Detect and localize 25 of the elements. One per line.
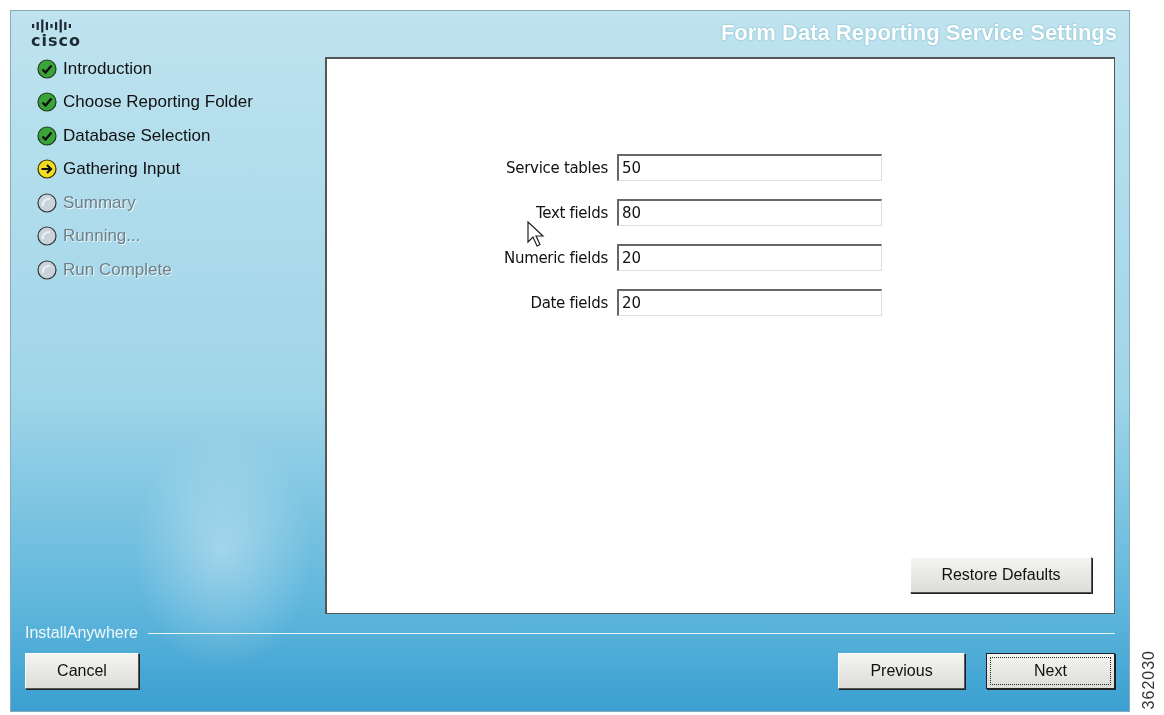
step-label: Gathering Input xyxy=(63,159,181,180)
step-label: Running... xyxy=(63,226,141,247)
input-field[interactable]: 20 xyxy=(616,289,882,316)
step-label: Run Complete xyxy=(63,259,172,280)
logo-bars-icon xyxy=(31,19,73,33)
restore-defaults-button[interactable]: Restore Defaults xyxy=(910,557,1092,593)
cancel-button[interactable]: Cancel xyxy=(25,653,139,689)
step-label: Introduction xyxy=(63,58,152,79)
input-field[interactable]: 20 xyxy=(616,244,882,271)
previous-button[interactable]: Previous xyxy=(838,653,965,689)
mouse-cursor-icon xyxy=(527,221,547,249)
brand-label: InstallAnywhere xyxy=(25,624,138,642)
figure-number: 362030 xyxy=(1140,649,1158,709)
input-field[interactable]: 80 xyxy=(616,199,882,226)
field-label: Text fields xyxy=(535,203,608,222)
field-label: Date fields xyxy=(530,293,608,312)
field-label: Service tables xyxy=(506,158,608,177)
window-title: Form Data Reporting Service Settings xyxy=(719,19,1118,47)
step-label: Database Selection xyxy=(63,125,211,146)
logo-text: cisco xyxy=(31,33,82,49)
next-button[interactable]: Next xyxy=(986,653,1115,689)
input-field[interactable]: 50 xyxy=(616,154,882,181)
field-label: Numeric fields xyxy=(504,248,608,267)
step-label: Choose Reporting Folder xyxy=(63,92,253,113)
step-label: Summary xyxy=(63,192,136,213)
